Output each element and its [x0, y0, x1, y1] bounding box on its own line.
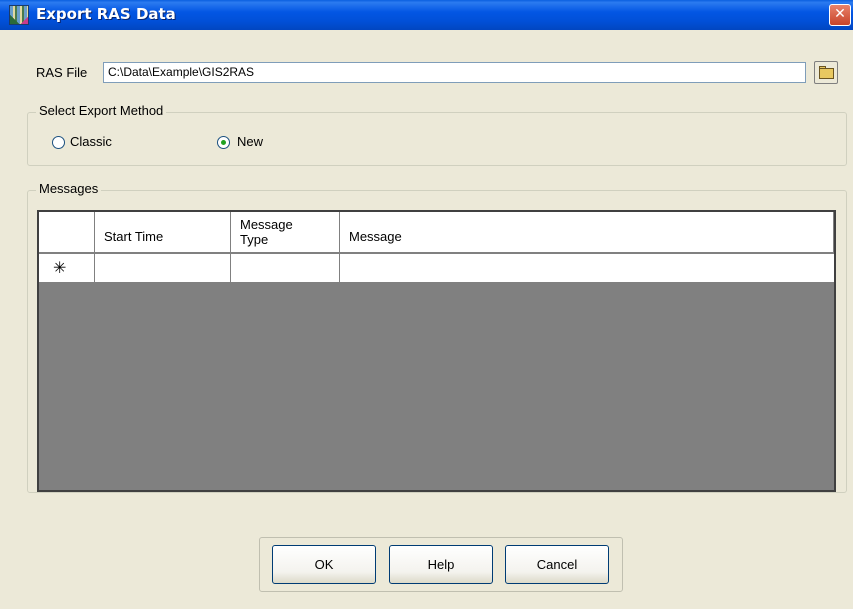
new-radio[interactable]	[217, 136, 230, 149]
close-button[interactable]: ✕	[829, 4, 851, 26]
help-button[interactable]: Help	[389, 545, 493, 584]
new-radio-label[interactable]: New	[237, 134, 263, 149]
new-row[interactable]: ✳	[39, 254, 834, 283]
messages-grid[interactable]: Start Time Message Type Message ✳	[37, 210, 836, 492]
ras-app-icon[interactable]	[9, 5, 29, 25]
column-message-label: Message	[349, 229, 402, 244]
messages-legend: Messages	[36, 181, 102, 196]
title-bar: Export RAS Data ✕	[0, 0, 853, 30]
window-title: Export RAS Data	[36, 5, 176, 23]
ok-button[interactable]: OK	[272, 545, 376, 584]
ras-file-label: RAS File	[36, 65, 88, 80]
classic-radio[interactable]	[52, 136, 65, 149]
export-method-group	[27, 112, 847, 166]
column-message[interactable]: Message	[340, 212, 834, 253]
new-row-selector[interactable]: ✳	[39, 254, 95, 283]
close-icon: ✕	[834, 6, 846, 22]
export-method-legend: Select Export Method	[36, 103, 167, 118]
column-start-time-label: Start Time	[104, 229, 164, 244]
cancel-button[interactable]: Cancel	[505, 545, 609, 584]
ras-file-input[interactable]: C:\Data\Example\GIS2RAS	[103, 62, 806, 83]
cell-message-type[interactable]	[231, 254, 340, 283]
grid-header: Start Time Message Type Message	[39, 212, 834, 253]
row-header-column	[39, 212, 95, 253]
browse-button[interactable]	[814, 61, 838, 84]
cell-start-time[interactable]	[95, 254, 231, 283]
cell-message[interactable]	[340, 254, 834, 283]
column-message-type-label: Message Type	[240, 217, 293, 247]
column-message-type[interactable]: Message Type	[231, 212, 340, 253]
column-start-time[interactable]: Start Time	[95, 212, 231, 253]
new-row-icon: ✳	[53, 260, 67, 277]
classic-radio-label[interactable]: Classic	[70, 134, 112, 149]
